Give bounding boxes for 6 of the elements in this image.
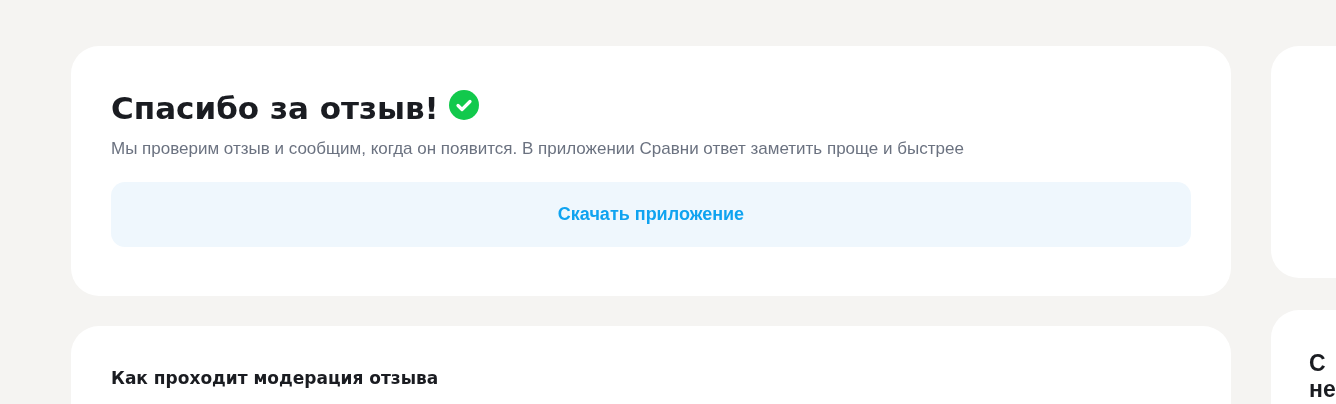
download-app-button[interactable]: Скачать приложение [111,182,1191,247]
moderation-heading: Как проходит модерация отзыва [111,368,440,388]
side-heading: С не [1309,350,1336,402]
success-message: Мы проверим отзыв и сообщим, когда он появится. В приложении Сравни ответ заметить проще и быстрее [111,138,965,160]
success-title: Спасибо за отзыв! [111,89,439,128]
check-icon [448,90,479,120]
